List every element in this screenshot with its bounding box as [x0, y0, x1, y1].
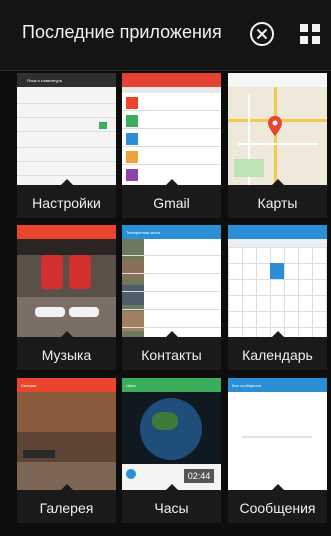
app-thumbnail: Часы 02:44	[122, 378, 221, 494]
clock-time: 02:44	[184, 469, 214, 483]
recent-app-tile-maps[interactable]: Карты	[228, 73, 327, 218]
app-thumbnail: Телефонная книга	[122, 225, 221, 341]
app-label: Контакты	[122, 337, 221, 370]
recent-app-tile-music[interactable]: Музыка	[17, 225, 116, 370]
app-thumbnail: Язык и клавиатура	[17, 73, 116, 189]
recent-app-tile-settings[interactable]: Язык и клавиатура Настройки	[17, 73, 116, 218]
app-thumbnail: Галерея	[17, 378, 116, 494]
app-label: Карты	[228, 185, 327, 218]
recent-app-tile-gallery[interactable]: Галерея Галерея	[17, 378, 116, 523]
page-title: Последние приложения	[22, 22, 222, 42]
thumbnail-search-bar	[228, 73, 327, 87]
thumbnail-action-bar	[17, 225, 116, 239]
app-thumbnail	[17, 225, 116, 341]
app-label: Музыка	[17, 337, 116, 370]
app-label: Галерея	[17, 490, 116, 523]
thumbnail-title: Язык и клавиатура	[27, 78, 62, 83]
close-circle-icon	[250, 22, 274, 46]
recent-app-tile-gmail[interactable]: Gmail	[122, 73, 221, 218]
map-pin-icon	[268, 116, 282, 136]
grid-view-button[interactable]	[296, 20, 324, 48]
recent-apps-header: Последние приложения	[0, 0, 331, 71]
app-thumbnail: Все сообщения	[228, 378, 327, 494]
app-label: Сообщения	[228, 490, 327, 523]
thumbnail-title: Часы	[126, 383, 136, 388]
thumbnail-title: Все сообщения	[232, 383, 261, 388]
app-label: Gmail	[122, 185, 221, 218]
grid-icon	[300, 24, 320, 44]
close-all-button[interactable]	[248, 20, 276, 48]
recent-app-tile-clock[interactable]: Часы 02:44 Часы	[122, 378, 221, 523]
thumbnail-title: Телефонная книга	[126, 230, 161, 235]
thumbnail-action-bar: Все сообщения	[228, 378, 327, 392]
app-thumbnail	[228, 225, 327, 341]
thumbnail-action-bar	[122, 73, 221, 87]
recent-app-tile-calendar[interactable]: Календарь	[228, 225, 327, 370]
app-label: Настройки	[17, 185, 116, 218]
recent-app-tile-messages[interactable]: Все сообщения Сообщения	[228, 378, 327, 523]
thumbnail-title: Галерея	[21, 383, 37, 388]
thumbnail-action-bar: Язык и клавиатура	[17, 73, 116, 87]
thumbnail-action-bar	[228, 225, 327, 239]
app-label: Часы	[122, 490, 221, 523]
thumbnail-action-bar: Галерея	[17, 378, 116, 392]
app-thumbnail	[228, 73, 327, 189]
recent-app-tile-contacts[interactable]: Телефонная книга Контакты	[122, 225, 221, 370]
app-thumbnail	[122, 73, 221, 189]
thumbnail-action-bar: Часы	[122, 378, 221, 392]
app-label: Календарь	[228, 337, 327, 370]
thumbnail-action-bar: Телефонная книга	[122, 225, 221, 239]
